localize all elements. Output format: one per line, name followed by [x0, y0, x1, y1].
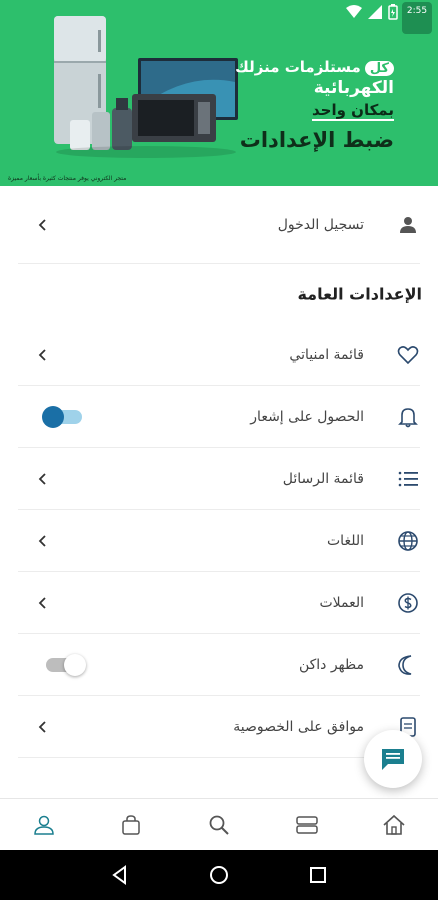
back-triangle-icon — [111, 865, 126, 885]
search-icon — [209, 815, 229, 835]
home-icon — [383, 814, 405, 835]
messages-label: قائمة الرسائل — [282, 470, 364, 487]
section-title: الإعدادات العامة — [297, 284, 422, 304]
bell-icon — [396, 405, 420, 429]
dark-mode-label: مظهر داكن — [298, 656, 364, 673]
banner-title: ضبط الإعدادات — [239, 128, 394, 152]
chevron-left-icon — [38, 348, 46, 361]
privacy-label: موافق على الخصوصية — [233, 718, 364, 735]
login-label: تسجيل الدخول — [277, 216, 364, 233]
chevron-left-icon — [38, 596, 46, 609]
languages-row[interactable]: اللغات — [18, 510, 420, 572]
bag-icon — [122, 814, 141, 835]
system-recents-button[interactable] — [303, 860, 333, 890]
wifi-icon — [346, 5, 362, 18]
currencies-row[interactable]: العملات — [18, 572, 420, 634]
brand-logo: 2:55 — [402, 2, 432, 34]
nav-profile[interactable] — [22, 803, 66, 847]
notifications-toggle[interactable] — [42, 405, 82, 428]
messages-row[interactable]: قائمة الرسائل — [18, 448, 420, 510]
chevron-left-icon — [38, 534, 46, 547]
signal-icon — [368, 5, 382, 19]
privacy-row[interactable]: موافق على الخصوصية — [18, 696, 420, 758]
nav-search[interactable] — [197, 803, 241, 847]
chevron-left-icon — [38, 472, 46, 485]
currencies-label: العملات — [319, 594, 364, 611]
profile-icon — [34, 815, 54, 835]
globe-icon — [396, 529, 420, 553]
bottom-nav — [0, 798, 438, 850]
dark-mode-row: مظهر داكن — [18, 634, 420, 696]
dark-mode-toggle[interactable] — [46, 653, 86, 676]
nav-home[interactable] — [372, 803, 416, 847]
chat-button[interactable] — [364, 730, 422, 788]
moon-icon — [396, 653, 420, 677]
battery-icon — [388, 4, 398, 20]
chevron-left-icon — [38, 218, 46, 231]
notifications-label: الحصول على إشعار — [250, 408, 364, 425]
toggle-knob — [64, 653, 86, 676]
nav-cart[interactable] — [109, 803, 153, 847]
categories-icon — [295, 815, 318, 834]
nav-categories[interactable] — [285, 803, 329, 847]
chat-icon — [382, 749, 404, 770]
recents-square-icon — [310, 867, 327, 883]
chevron-left-icon — [38, 720, 46, 733]
status-bar — [346, 4, 398, 20]
user-icon — [396, 213, 420, 237]
wishlist-row[interactable]: قائمة امنياتي — [18, 324, 420, 386]
system-nav-bar — [0, 850, 438, 900]
wishlist-label: قائمة امنياتي — [289, 346, 364, 363]
toggle-knob — [42, 405, 64, 428]
notifications-row: الحصول على إشعار — [18, 386, 420, 448]
settings-list: تسجيل الدخول الإعدادات العامة قائمة امني… — [0, 186, 438, 758]
dollar-icon — [396, 591, 420, 615]
promo-text: كلمستلزمات منزلك الكهربائية بمكان واحد — [235, 58, 394, 121]
languages-label: اللغات — [327, 532, 364, 549]
list-icon — [396, 467, 420, 491]
home-circle-icon — [209, 866, 228, 884]
heart-icon — [396, 343, 420, 367]
banner-fine-print: متجر الكتروني يوفر منتجات كثيرة بأسعار م… — [8, 175, 127, 182]
system-back-button[interactable] — [105, 860, 135, 890]
promo-banner[interactable]: 2:55 كلمستلزمات منزلك الكهربائية بمكان و… — [0, 0, 438, 186]
login-row[interactable]: تسجيل الدخول — [18, 186, 420, 264]
general-settings-header: الإعدادات العامة — [0, 264, 438, 324]
appliances-image — [54, 16, 238, 158]
system-home-button[interactable] — [204, 860, 234, 890]
